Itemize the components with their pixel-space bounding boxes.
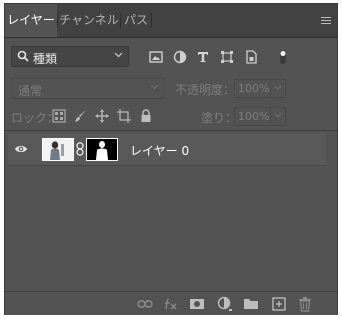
layers-bottom-toolbar [5, 291, 337, 315]
blend-mode-select[interactable]: 通常 [11, 78, 165, 99]
chevron-down-icon [150, 84, 159, 90]
filter-kind-select[interactable]: 種類 [11, 46, 129, 67]
lock-artboard-icon[interactable] [117, 109, 131, 123]
new-adjustment-layer-icon[interactable] [217, 296, 233, 312]
lock-position-icon[interactable] [95, 109, 109, 123]
new-layer-icon[interactable] [271, 296, 287, 312]
layer-row[interactable]: レイヤー 0 [8, 133, 326, 166]
chevron-down-icon [114, 52, 123, 58]
chevron-down-icon [274, 85, 282, 90]
fill-field[interactable]: 100% [234, 107, 286, 126]
link-mask-icon[interactable] [76, 142, 84, 156]
panel-tab-bar: レイヤー チャンネル パス [5, 4, 337, 38]
image-filter-icon[interactable] [148, 49, 164, 65]
eye-icon [15, 146, 27, 152]
layer-thumbnail[interactable] [42, 138, 74, 161]
blend-mode-label: 通常 [18, 84, 43, 98]
opacity-label: 不透明度： [175, 83, 236, 97]
link-layers-icon[interactable] [137, 296, 153, 312]
tab-channels[interactable]: チャンネル [58, 4, 120, 37]
layers-list-divider [5, 130, 337, 131]
tab-paths[interactable]: パス [121, 4, 151, 37]
fill-dropdown-button[interactable] [270, 108, 285, 125]
layers-scrollbar[interactable] [327, 131, 337, 290]
person-silhouette-icon [87, 139, 117, 160]
layer-visibility-toggle[interactable] [8, 133, 34, 165]
fx-icon[interactable] [163, 296, 179, 312]
person-photo-icon [43, 139, 73, 160]
type-filter-icon[interactable] [195, 49, 211, 65]
opacity-dropdown-button[interactable] [270, 80, 285, 97]
opacity-field[interactable]: 100% [234, 79, 286, 98]
opacity-value: 100% [238, 82, 270, 95]
panel-menu-icon[interactable] [321, 17, 331, 25]
lock-all-icon[interactable] [139, 109, 153, 123]
tab-layers[interactable]: レイヤー [5, 4, 57, 37]
lock-transparency-icon[interactable] [52, 109, 66, 123]
shape-filter-icon[interactable] [219, 49, 235, 65]
new-group-folder-icon[interactable] [243, 296, 259, 312]
lock-image-pixels-icon[interactable] [74, 109, 88, 123]
layer-mask-thumbnail[interactable] [86, 138, 118, 161]
filter-toggle-icon[interactable] [275, 49, 291, 65]
filter-kind-label: 種類 [33, 52, 58, 66]
chevron-down-icon [274, 113, 282, 118]
layers-panel: レイヤー チャンネル パス 種類 通常 不透明度： 100% ロック： 塗り： … [4, 3, 338, 315]
adjustment-filter-icon[interactable] [172, 49, 188, 65]
fill-label: 塗り： [201, 111, 238, 125]
add-mask-icon[interactable] [189, 296, 205, 312]
fill-value: 100% [238, 110, 270, 123]
tab-divider [151, 13, 152, 28]
smart-object-filter-icon[interactable] [243, 49, 259, 65]
delete-layer-icon[interactable] [297, 296, 313, 312]
search-icon [17, 50, 29, 62]
layer-name[interactable]: レイヤー 0 [130, 142, 189, 159]
